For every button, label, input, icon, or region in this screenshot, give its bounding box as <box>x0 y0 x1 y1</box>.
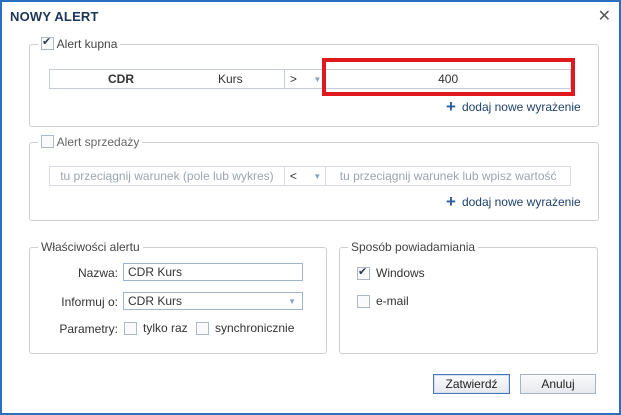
buy-symbol: CDR <box>108 72 134 86</box>
chevron-down-icon: ▼ <box>288 296 296 306</box>
sell-add-expression-link[interactable]: + dodaj nowe wyrażenie <box>446 192 581 211</box>
windows-checkbox[interactable] <box>357 265 370 280</box>
email-label: e-mail <box>376 294 409 308</box>
buy-add-expression-link[interactable]: + dodaj nowe wyrażenie <box>446 97 581 116</box>
buy-field: Kurs <box>218 72 243 86</box>
email-checkbox[interactable] <box>357 294 370 308</box>
confirm-button[interactable]: Zatwierdź <box>433 374 510 394</box>
windows-option[interactable]: Windows <box>357 265 425 280</box>
sell-condition-field[interactable]: tu przeciągnij warunek (pole lub wykres) <box>49 166 285 186</box>
plus-icon: + <box>446 192 456 211</box>
once-checkbox[interactable] <box>124 321 137 335</box>
name-value: CDR Kurs <box>128 265 183 279</box>
inform-value: CDR Kurs <box>128 294 183 308</box>
close-icon[interactable]: ✕ <box>598 6 611 26</box>
cancel-button[interactable]: Anuluj <box>520 374 596 394</box>
buy-alert-label: Alert kupna <box>56 37 118 51</box>
sell-alert-checkbox[interactable] <box>41 135 54 148</box>
once-label: tylko raz <box>143 321 188 335</box>
buy-operator-value: > <box>289 72 297 86</box>
buy-alert-legend: Alert kupna <box>38 35 120 51</box>
plus-icon: + <box>446 97 456 116</box>
params-label: Parametry: <box>59 322 118 336</box>
sell-operator-select[interactable]: < ▼ <box>284 166 327 186</box>
sell-condition-placeholder: tu przeciągnij warunek (pole lub wykres) <box>60 169 274 183</box>
once-option[interactable]: tylko raz <box>124 321 188 335</box>
highlight-box <box>322 58 575 96</box>
buy-condition-field[interactable]: CDR Kurs <box>49 69 285 89</box>
sell-alert-label: Alert sprzedaży <box>56 135 140 149</box>
buy-alert-checkbox[interactable] <box>41 35 54 50</box>
chevron-down-icon: ▼ <box>313 74 322 84</box>
sync-option[interactable]: synchronicznie <box>196 321 294 335</box>
properties-legend: Właściwości alertu <box>41 240 140 254</box>
sell-value-input[interactable]: tu przeciągnij warunek lub wpisz wartość <box>326 166 571 186</box>
sell-condition-row: tu przeciągnij warunek (pole lub wykres)… <box>49 166 571 186</box>
sell-value-placeholder: tu przeciągnij warunek lub wpisz wartość <box>339 169 557 183</box>
inform-select[interactable]: CDR Kurs ▼ <box>123 292 303 310</box>
sell-alert-legend: Alert sprzedaży <box>38 135 142 149</box>
buy-operator-select[interactable]: > ▼ <box>284 69 327 89</box>
name-label: Nazwa: <box>77 266 118 280</box>
inform-label: Informuj o: <box>61 295 118 309</box>
buy-add-expression-label: dodaj nowe wyrażenie <box>461 100 581 114</box>
sync-label: synchronicznie <box>215 321 295 335</box>
new-alert-dialog: NOWY ALERT ✕ Alert kupna CDR Kurs > ▼ 40… <box>0 0 621 415</box>
email-option[interactable]: e-mail <box>357 294 409 308</box>
notify-legend: Sposób powiadamiania <box>351 240 476 254</box>
sell-add-expression-label: dodaj nowe wyrażenie <box>461 195 581 209</box>
sync-checkbox[interactable] <box>196 321 209 335</box>
chevron-down-icon: ▼ <box>313 171 322 181</box>
dialog-title: NOWY ALERT <box>10 9 99 24</box>
name-input[interactable]: CDR Kurs <box>123 263 303 281</box>
windows-label: Windows <box>376 266 425 280</box>
sell-operator-value: < <box>289 169 297 183</box>
